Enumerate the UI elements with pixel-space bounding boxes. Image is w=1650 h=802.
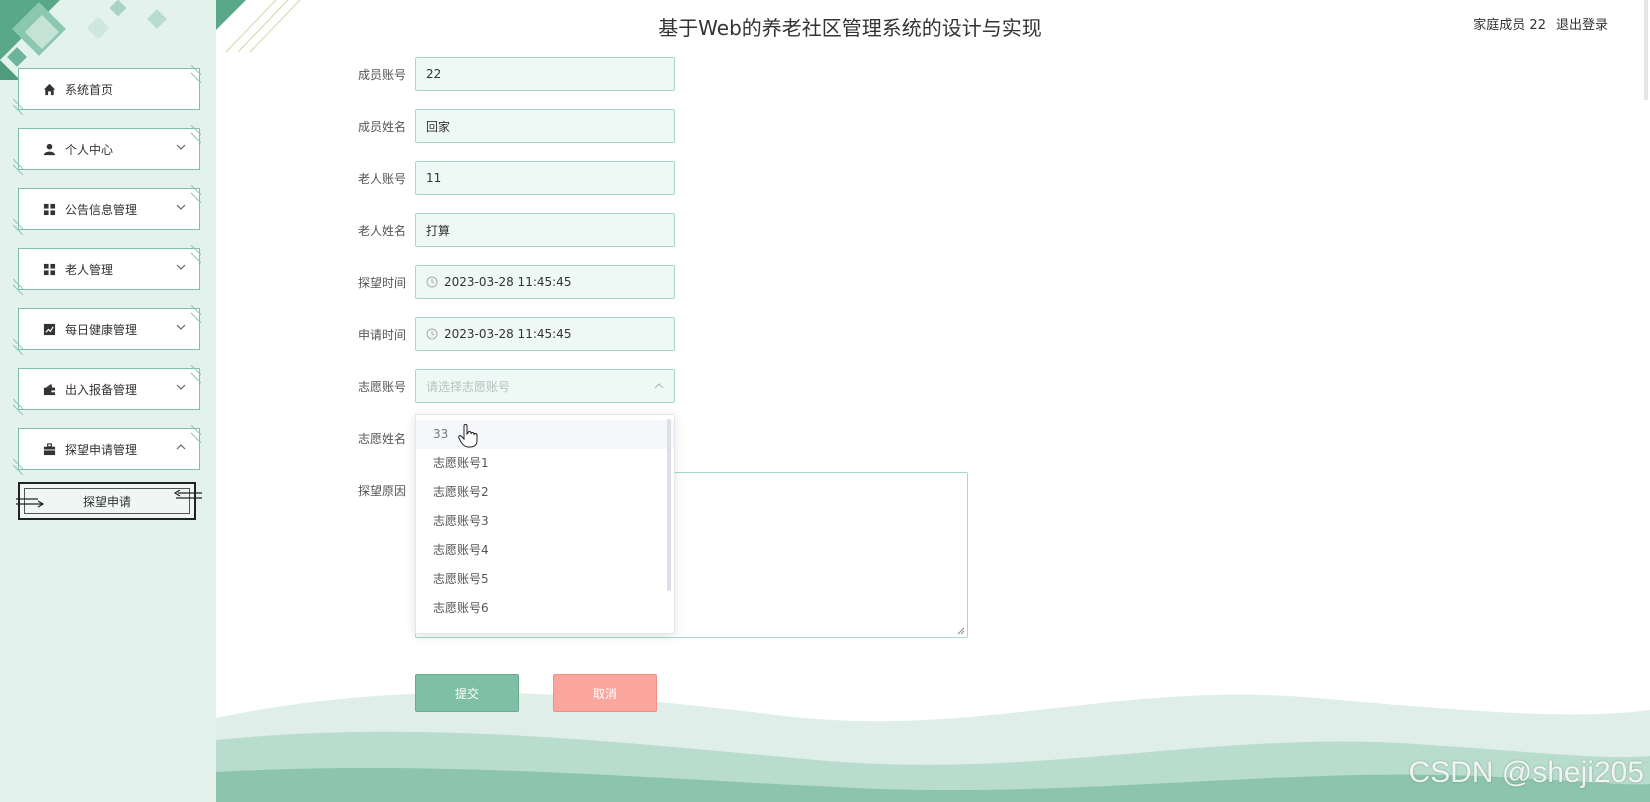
volunteer-account-select[interactable]: 请选择志愿账号 — [415, 369, 675, 403]
page-title: 基于Web的养老社区管理系统的设计与实现 — [658, 16, 1042, 40]
clock-icon — [426, 328, 438, 340]
sidebar-item-personal-center[interactable]: 个人中心 — [13, 125, 201, 175]
apply-time-label: 申请时间 — [357, 328, 406, 342]
sidebar-item-report-management[interactable]: 出入报备管理 — [13, 365, 201, 415]
slash-decoration — [13, 458, 24, 475]
chevron-down-icon — [176, 144, 186, 150]
visit-time-label: 探望时间 — [357, 276, 406, 290]
sidebar-item-notice-management[interactable]: 公告信息管理 — [13, 185, 201, 235]
apply-time-value: 2023-03-28 11:45:45 — [444, 327, 572, 341]
sidebar: 系统首页 个人中心 公告信息管理 老人管理 每日健康管理 出入报备管理 探望申请… — [0, 0, 216, 802]
volunteer-account-placeholder: 请选择志愿账号 — [426, 379, 511, 394]
grid-icon — [41, 261, 57, 277]
sidebar-item-label: 公告信息管理 — [65, 202, 138, 217]
arrow-left-icon — [173, 490, 202, 499]
chart-icon — [41, 321, 57, 337]
member-account-field[interactable]: 22 — [415, 57, 675, 91]
home-icon — [41, 81, 57, 97]
clock-icon — [426, 276, 438, 288]
slash-decoration — [190, 305, 201, 324]
sidebar-item-elder-management[interactable]: 老人管理 — [13, 245, 201, 295]
member-account-value: 22 — [426, 67, 442, 81]
current-user-label: 家庭成员 22 — [1473, 18, 1546, 33]
dropdown-option[interactable]: 33 — [416, 420, 674, 449]
dropdown-option[interactable]: 志愿账号3 — [416, 507, 674, 536]
elder-account-value: 11 — [426, 171, 442, 185]
sidebar-item-label: 老人管理 — [65, 262, 114, 277]
slash-decoration — [190, 245, 201, 264]
volunteer-name-label: 志愿姓名 — [357, 432, 406, 446]
sidebar-item-visit-management[interactable]: 探望申请管理 — [13, 425, 201, 475]
chevron-down-icon — [176, 204, 186, 210]
user-icon — [41, 141, 57, 157]
submit-button[interactable]: 提交 — [415, 674, 519, 712]
elder-account-field[interactable]: 11 — [415, 161, 675, 195]
sidebar-item-label: 系统首页 — [65, 82, 114, 97]
chevron-up-icon — [654, 383, 664, 389]
visit-reason-label: 探望原因 — [357, 484, 406, 498]
wallet-icon — [41, 381, 57, 397]
sidebar-subitem-visit-application[interactable]: 探望申请 — [16, 482, 202, 520]
briefcase-icon — [41, 441, 57, 457]
slash-decoration — [190, 365, 201, 384]
member-account-label: 成员账号 — [357, 68, 406, 82]
chevron-down-icon — [176, 264, 186, 270]
elder-name-field[interactable]: 打算 — [415, 213, 675, 247]
dropdown-option[interactable]: 志愿账号4 — [416, 536, 674, 565]
slash-decoration — [190, 185, 201, 204]
page-scrollbar[interactable] — [1642, 0, 1650, 100]
sidebar-item-label: 个人中心 — [65, 142, 114, 157]
slash-decoration — [190, 125, 201, 144]
chevron-down-icon — [176, 384, 186, 390]
slash-decoration — [190, 425, 201, 444]
hand-cursor-icon — [458, 424, 478, 448]
member-name-field[interactable]: 回家 — [415, 109, 675, 143]
slash-decoration — [13, 278, 24, 295]
watermark: CSDN @sheji205 — [1408, 756, 1644, 789]
slash-decoration — [190, 65, 201, 84]
slash-decoration — [13, 98, 24, 115]
elder-name-label: 老人姓名 — [357, 224, 406, 238]
dropdown-option[interactable]: 志愿账号6 — [416, 594, 674, 623]
elder-account-label: 老人账号 — [357, 172, 406, 186]
dropdown-option[interactable]: 志愿账号2 — [416, 478, 674, 507]
chevron-down-icon — [176, 324, 186, 330]
cancel-button[interactable]: 取消 — [553, 674, 657, 712]
visit-time-picker[interactable]: 2023-03-28 11:45:45 — [415, 265, 675, 299]
sidebar-subitem-label: 探望申请 — [82, 494, 131, 509]
resize-grip-icon[interactable] — [957, 627, 965, 635]
app-window: 系统首页 个人中心 公告信息管理 老人管理 每日健康管理 出入报备管理 探望申请… — [0, 0, 1650, 802]
sidebar-item-home[interactable]: 系统首页 — [13, 65, 201, 115]
elder-name-value: 打算 — [426, 223, 451, 238]
slash-decoration — [13, 398, 24, 415]
dropdown-option[interactable]: 志愿账号1 — [416, 449, 674, 478]
slash-decoration — [13, 218, 24, 235]
member-name-label: 成员姓名 — [357, 120, 406, 134]
chevron-up-icon — [176, 444, 186, 450]
grid-icon — [41, 201, 57, 217]
apply-time-picker[interactable]: 2023-03-28 11:45:45 — [415, 317, 675, 351]
user-area: 家庭成员 22 退出登录 — [1473, 14, 1608, 33]
arrow-right-icon — [16, 498, 45, 508]
volunteer-account-label: 志愿账号 — [357, 380, 406, 394]
sidebar-item-health-management[interactable]: 每日健康管理 — [13, 305, 201, 355]
sidebar-item-label: 每日健康管理 — [65, 322, 138, 337]
dropdown-scrollbar[interactable] — [667, 419, 671, 591]
dropdown-option[interactable]: 志愿账号5 — [416, 565, 674, 594]
slash-decoration — [13, 158, 24, 175]
sidebar-item-label: 探望申请管理 — [65, 442, 138, 457]
slash-decoration — [13, 338, 24, 355]
logout-link[interactable]: 退出登录 — [1556, 14, 1608, 33]
visit-time-value: 2023-03-28 11:45:45 — [444, 275, 572, 289]
volunteer-account-dropdown: 33 志愿账号1 志愿账号2 志愿账号3 志愿账号4 志愿账号5 志愿账号6 — [415, 414, 675, 634]
member-name-value: 回家 — [426, 119, 451, 134]
sidebar-item-label: 出入报备管理 — [65, 382, 138, 397]
